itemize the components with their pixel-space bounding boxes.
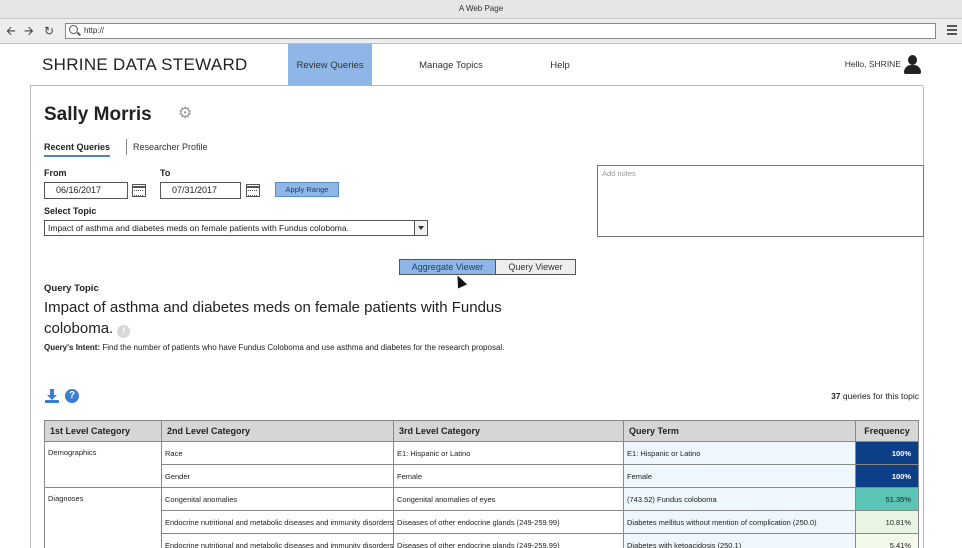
app-brand: SHRINE DATA STEWARD: [42, 55, 248, 74]
reload-icon[interactable]: ↻: [44, 25, 54, 37]
to-label: To: [160, 168, 171, 178]
frequency-cell: 100%: [855, 441, 919, 465]
help-icon[interactable]: ?: [65, 389, 79, 403]
table-cell: (743.52) Fundus coloboma: [623, 487, 856, 511]
tab-recent-queries[interactable]: Recent Queries: [44, 142, 111, 157]
column-header[interactable]: 2nd Level Category: [161, 420, 394, 442]
column-header[interactable]: 1st Level Category: [44, 420, 162, 442]
address-bar: 🡨 🡪 ↻ http://: [0, 19, 962, 44]
frequency-cell: 10.81%: [855, 510, 919, 534]
window-title: A Web Page: [0, 0, 962, 19]
query-viewer-button[interactable]: Query Viewer: [496, 259, 576, 275]
nav-manage-topics[interactable]: Manage Topics: [408, 44, 494, 86]
table-cell: Endocrine nutritional and metabolic dise…: [161, 533, 394, 548]
topic-select[interactable]: Impact of asthma and diabetes meds on fe…: [44, 220, 428, 236]
user-icon[interactable]: [904, 55, 921, 75]
query-intent-label: Query's Intent:: [44, 343, 101, 352]
table-row: Diagnoses Congenital anomalies Congenita…: [44, 487, 919, 548]
notes-textarea[interactable]: Add notes: [597, 165, 924, 237]
search-icon: [69, 25, 78, 34]
table-cell: Female: [393, 464, 624, 488]
download-icon[interactable]: [45, 389, 59, 403]
table-row: Gender Female Female 100%: [45, 464, 919, 488]
table-row: Endocrine nutritional and metabolic dise…: [45, 533, 919, 548]
apply-range-button[interactable]: Apply Range: [275, 182, 339, 197]
frequency-cell: 5.41%: [855, 533, 919, 548]
app-header: SHRINE DATA STEWARD Review Queries Manag…: [30, 44, 923, 86]
user-greeting[interactable]: Hello, SHRINE: [845, 59, 901, 69]
table-cell: Diseases of other endocrine glands (249-…: [393, 533, 624, 548]
query-count-suffix: queries for this topic: [842, 391, 919, 401]
table-cell: Gender: [161, 464, 394, 488]
query-topic-title: Impact of asthma and diabetes meds on fe…: [44, 297, 514, 339]
tab-researcher-profile[interactable]: Researcher Profile: [133, 142, 208, 152]
query-intent: Query's Intent: Find the number of patie…: [44, 342, 534, 353]
table-cell: Diagnoses: [44, 487, 162, 548]
researcher-name: Sally Morris: [44, 104, 152, 125]
topic-select-value: Impact of asthma and diabetes meds on fe…: [48, 223, 349, 233]
table-cell: Endocrine nutritional and metabolic dise…: [161, 510, 394, 534]
from-date-input[interactable]: 06/16/2017: [44, 182, 128, 199]
query-topic-label: Query Topic: [44, 283, 99, 294]
query-count: 37 queries for this topic: [831, 391, 919, 401]
back-icon[interactable]: 🡨: [6, 25, 16, 37]
column-header[interactable]: Frequency: [855, 420, 919, 442]
nav-review-queries[interactable]: Review Queries: [288, 44, 372, 86]
table-cell: Race: [161, 441, 394, 465]
table-header-row: 1st Level Category 2nd Level Category 3r…: [44, 420, 919, 442]
table-cell: Diabetes with ketoacidosis (250.1): [623, 533, 856, 548]
table-cell: E1: Hispanic or Latino: [393, 441, 624, 465]
chevron-down-icon[interactable]: [414, 221, 427, 235]
table-row: Endocrine nutritional and metabolic dise…: [45, 510, 919, 534]
page-border-right: [923, 86, 924, 548]
url-field[interactable]: http://: [65, 23, 936, 39]
calendar-icon[interactable]: [246, 184, 260, 197]
select-topic-label: Select Topic: [44, 206, 97, 216]
aggregate-table: 1st Level Category 2nd Level Category 3r…: [44, 420, 919, 548]
frequency-cell: 100%: [855, 464, 919, 488]
from-label: From: [44, 168, 67, 178]
frequency-cell: 51.35%: [855, 487, 919, 511]
mouse-cursor-icon: [452, 273, 468, 289]
tab-divider: [126, 139, 127, 155]
to-date-input[interactable]: 07/31/2017: [160, 182, 241, 199]
table-row: Demographics Race E1: Hispanic or Latino…: [44, 441, 919, 488]
table-cell: E1: Hispanic or Latino: [623, 441, 856, 465]
forward-icon[interactable]: 🡪: [24, 25, 34, 37]
browser-menu-icon[interactable]: [947, 25, 957, 35]
url-text: http://: [84, 26, 105, 35]
column-header[interactable]: 3rd Level Category: [393, 420, 624, 442]
page-border-left: [30, 86, 31, 548]
table-cell: Diabetes mellitus without mention of com…: [623, 510, 856, 534]
table-cell: Congenital anomalies of eyes: [393, 487, 624, 511]
info-icon[interactable]: !: [117, 325, 131, 338]
table-cell: Diseases of other endocrine glands (249-…: [393, 510, 624, 534]
table-cell: Congenital anomalies: [161, 487, 394, 511]
query-intent-text: Find the number of patients who have Fun…: [102, 343, 505, 352]
table-cell: Female: [623, 464, 856, 488]
query-count-number: 37: [831, 391, 841, 401]
column-header[interactable]: Query Term: [623, 420, 856, 442]
nav-help[interactable]: Help: [540, 44, 580, 86]
gear-icon[interactable]: ⚙: [178, 106, 192, 122]
table-cell: Demographics: [44, 441, 162, 488]
calendar-icon[interactable]: [132, 184, 146, 197]
aggregate-viewer-button[interactable]: Aggregate Viewer: [399, 259, 496, 275]
query-topic-text: Impact of asthma and diabetes meds on fe…: [44, 299, 502, 337]
